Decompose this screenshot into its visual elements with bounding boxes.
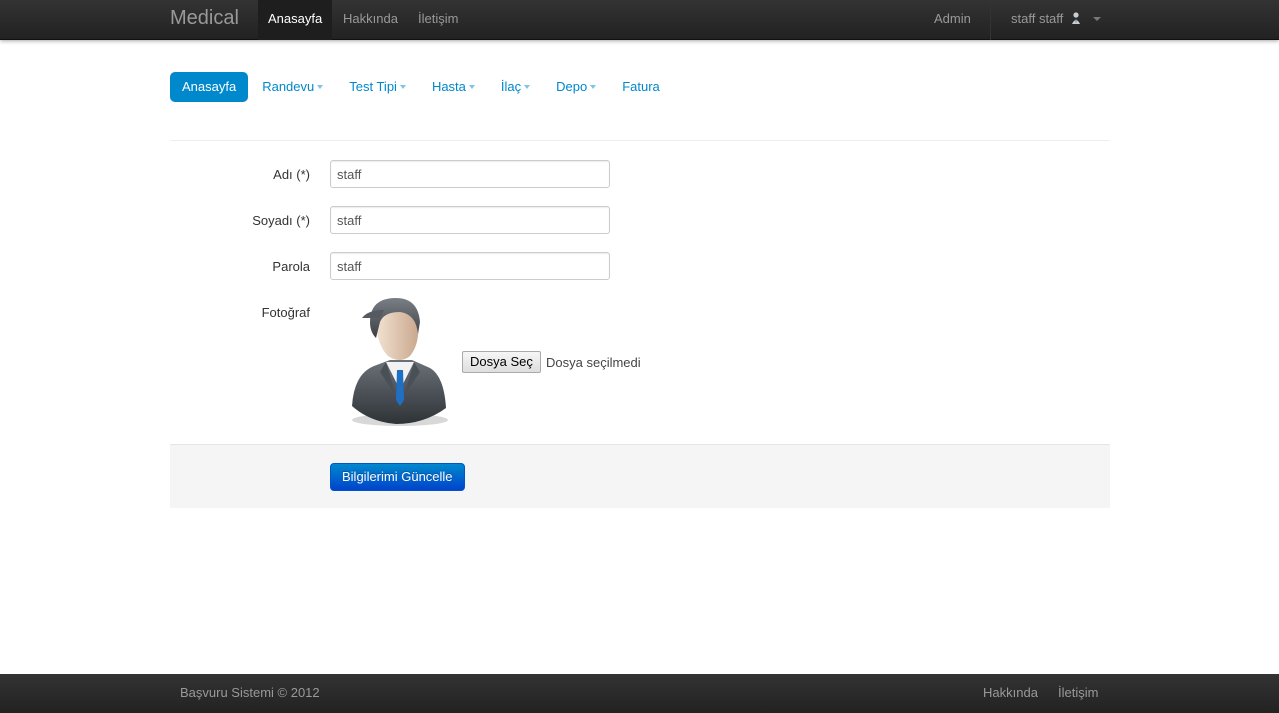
- nav-link-about[interactable]: Hakkında: [333, 0, 408, 40]
- footer: Başvuru Sistemi © 2012 Hakkında İletişim: [0, 674, 1279, 713]
- first-name-input[interactable]: [330, 160, 610, 188]
- pill-test-type[interactable]: Test Tipi: [337, 72, 418, 102]
- chevron-down-icon: [1092, 17, 1101, 21]
- pill-appointment[interactable]: Randevu: [250, 72, 335, 102]
- footer-link-contact[interactable]: İletişim: [1058, 685, 1098, 700]
- pill-label: Test Tipi: [349, 79, 397, 94]
- pill-warehouse[interactable]: Depo: [544, 72, 608, 102]
- footer-copyright: Başvuru Sistemi © 2012: [180, 685, 320, 700]
- nav-link-admin[interactable]: Admin: [924, 0, 981, 40]
- footer-link-about[interactable]: Hakkında: [983, 685, 1038, 700]
- pill-label: Anasayfa: [182, 79, 237, 94]
- pill-invoice[interactable]: Fatura: [610, 72, 672, 102]
- pill-label: Randevu: [262, 79, 315, 94]
- user-name: staff staff: [1011, 11, 1064, 26]
- form-actions: Bilgilerimi Güncelle: [170, 444, 1110, 508]
- pill-patient[interactable]: Hasta: [420, 72, 487, 102]
- pill-label: Hasta: [431, 79, 466, 94]
- password-label: Parola: [272, 259, 310, 274]
- chevron-down-icon: [524, 85, 531, 89]
- nav-link-home[interactable]: Anasayfa: [258, 0, 333, 40]
- last-name-input[interactable]: [330, 206, 610, 234]
- chevron-down-icon: [468, 85, 475, 89]
- choose-file-button[interactable]: Dosya Seç: [462, 351, 541, 373]
- first-name-label: Adı (*): [273, 167, 310, 182]
- user-icon: [1071, 12, 1080, 24]
- pill-label: Fatura: [622, 79, 660, 94]
- chevron-down-icon: [590, 85, 597, 89]
- navbar-divider: [990, 0, 991, 40]
- brand-logo[interactable]: Medical: [170, 7, 239, 30]
- pill-medicine[interactable]: İlaç: [489, 72, 542, 102]
- businessman-avatar-icon: [352, 298, 448, 426]
- file-status-text: Dosya seçilmedi: [546, 355, 641, 370]
- pill-label: İlaç: [500, 79, 522, 94]
- chevron-down-icon: [317, 85, 324, 89]
- chevron-down-icon: [399, 85, 406, 89]
- divider: [170, 140, 1110, 141]
- update-info-button[interactable]: Bilgilerimi Güncelle: [330, 463, 465, 491]
- nav-link-contact[interactable]: İletişim: [408, 0, 468, 40]
- pill-label: Depo: [556, 79, 588, 94]
- user-menu-dropdown[interactable]: staff staff: [1001, 0, 1111, 40]
- pill-home[interactable]: Anasayfa: [170, 72, 249, 102]
- main-menu-pills: Anasayfa Randevu Test Tipi Hasta İlaç De…: [170, 72, 674, 102]
- last-name-label: Soyadı (*): [252, 213, 310, 228]
- password-input[interactable]: [330, 252, 610, 280]
- user-avatar: [340, 296, 452, 428]
- photo-label: Fotoğraf: [261, 305, 310, 320]
- top-navbar: Medical Anasayfa Hakkında İletişim Admin…: [0, 0, 1279, 40]
